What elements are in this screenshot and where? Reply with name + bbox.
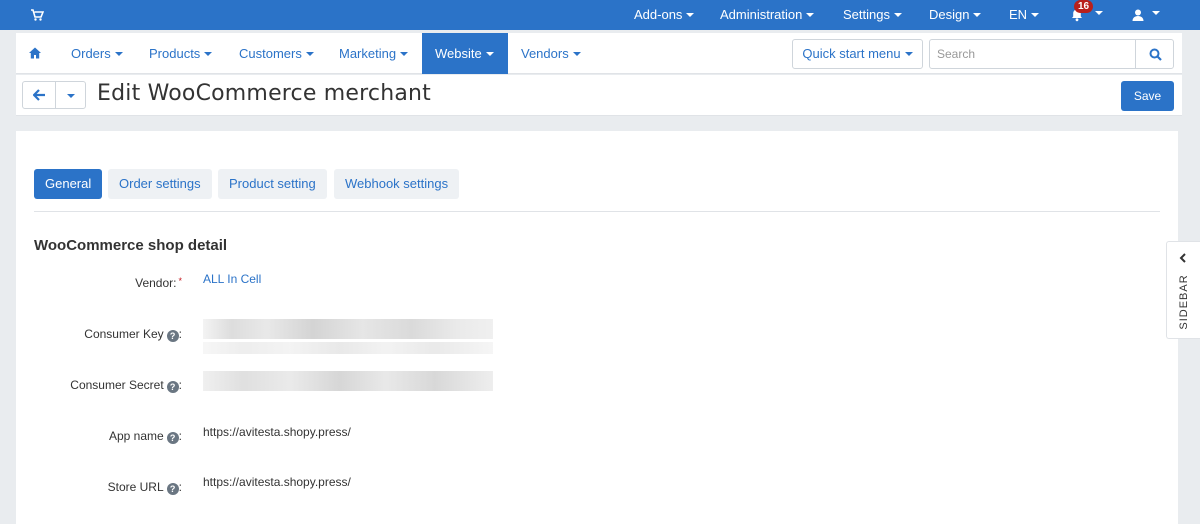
menu-addons-label: Add-ons: [634, 7, 683, 22]
nav-item-marketing[interactable]: Marketing: [325, 33, 422, 74]
nav-item-products-label: Products: [149, 46, 201, 61]
back-button[interactable]: [22, 81, 56, 109]
menu-administration[interactable]: Administration: [720, 0, 815, 30]
nav-item-vendors[interactable]: Vendors: [507, 33, 595, 74]
vendor-label: Vendor: *: [135, 276, 182, 290]
nav-item-vendors-label: Vendors: [521, 46, 569, 61]
nav-item-marketing-label: Marketing: [339, 46, 397, 61]
search-icon: [1149, 48, 1162, 61]
consumer-key-value-redacted-line: [203, 342, 493, 354]
help-icon[interactable]: ?: [166, 330, 179, 342]
required-mark: *: [178, 276, 182, 286]
help-icon[interactable]: ?: [166, 483, 179, 495]
chevron-down-icon: [1031, 12, 1040, 17]
notification-badge[interactable]: 16: [1074, 0, 1094, 13]
cart-icon[interactable]: [30, 8, 44, 22]
save-button[interactable]: Save: [1121, 81, 1174, 111]
menu-language[interactable]: EN: [1009, 0, 1040, 30]
vendor-label-text: Vendor:: [135, 276, 177, 290]
label-colon: :: [178, 480, 182, 494]
help-icon[interactable]: ?: [166, 432, 179, 444]
nav-item-website-label: Website: [435, 46, 482, 61]
sidebar-label: SIDEBAR: [1178, 274, 1190, 330]
store-url-label-text: Store URL: [107, 480, 164, 494]
sidebar-toggle[interactable]: SIDEBAR: [1166, 241, 1200, 339]
consumer-key-label-text: Consumer Key: [84, 327, 164, 341]
chevron-down-icon: [904, 51, 913, 56]
quick-start-menu-label: Quick start menu: [802, 46, 901, 61]
menu-settings-label: Settings: [843, 7, 890, 22]
nav-item-orders[interactable]: Orders: [57, 33, 137, 74]
search-input[interactable]: [929, 39, 1136, 69]
store-url-value: https://avitesta.shopy.press/: [203, 475, 351, 489]
label-colon: :: [178, 378, 182, 392]
menu-language-label: EN: [1009, 7, 1028, 22]
chevron-down-icon: [114, 51, 123, 56]
tab-general[interactable]: General: [34, 169, 103, 199]
page-title: Edit WooCommerce merchant: [97, 81, 432, 106]
chevron-down-icon: [485, 51, 494, 56]
section-title: WooCommerce shop detail: [34, 237, 228, 254]
home-icon[interactable]: [28, 46, 42, 60]
tab-order-settings[interactable]: Order settings: [108, 169, 212, 199]
chevron-down-icon: [572, 51, 581, 56]
chevron-down-icon: [400, 51, 409, 56]
label-colon: :: [178, 327, 182, 341]
tab-product-setting[interactable]: Product setting: [218, 169, 327, 199]
consumer-secret-label-text: Consumer Secret: [70, 378, 164, 392]
label-colon: :: [178, 429, 182, 443]
page-header: Edit WooCommerce merchant Save: [16, 75, 1182, 116]
nav-item-orders-label: Orders: [71, 46, 111, 61]
consumer-key-label: Consumer Key?:: [84, 327, 182, 342]
chevron-down-icon: [806, 12, 815, 17]
consumer-secret-label: Consumer Secret?:: [70, 378, 182, 393]
consumer-secret-value-redacted: [203, 371, 493, 391]
arrow-left-icon: [33, 89, 45, 101]
nav-item-customers-label: Customers: [239, 46, 302, 61]
search-button[interactable]: [1135, 39, 1174, 69]
menu-design[interactable]: Design: [929, 0, 982, 30]
tabs-divider: [34, 211, 1160, 212]
chevron-down-icon: [305, 51, 314, 56]
chevron-down-icon: [893, 12, 902, 17]
app-name-label: App name?:: [109, 429, 182, 444]
store-url-label: Store URL?:: [108, 480, 182, 495]
user-icon[interactable]: [1131, 8, 1145, 22]
consumer-key-value-redacted: [203, 319, 493, 339]
quick-start-menu-button[interactable]: Quick start menu: [792, 39, 923, 69]
nav-item-products[interactable]: Products: [135, 33, 226, 74]
nav-item-customers[interactable]: Customers: [225, 33, 328, 74]
menu-design-label: Design: [929, 7, 970, 22]
menu-administration-label: Administration: [720, 7, 803, 22]
top-bar: Add-ons Administration Settings Design E…: [0, 0, 1200, 30]
app-name-label-text: App name: [108, 429, 164, 443]
back-dropdown-button[interactable]: [55, 81, 86, 109]
chevron-down-icon[interactable]: [1095, 11, 1103, 15]
chevron-down-icon: [66, 93, 75, 98]
tab-webhook-settings[interactable]: Webhook settings: [334, 169, 460, 199]
chevron-down-icon: [686, 12, 695, 17]
content-panel: General Order settings Product setting W…: [16, 131, 1178, 524]
menu-addons[interactable]: Add-ons: [634, 0, 695, 30]
chevron-down-icon: [204, 51, 213, 56]
nav-item-website[interactable]: Website: [422, 33, 508, 74]
app-name-value: https://avitesta.shopy.press/: [203, 425, 351, 439]
chevron-left-icon: [1179, 253, 1186, 263]
vendor-link[interactable]: ALL In Cell: [203, 272, 261, 286]
menu-settings[interactable]: Settings: [843, 0, 902, 30]
chevron-down-icon[interactable]: [1152, 11, 1160, 15]
chevron-down-icon: [973, 12, 982, 17]
main-nav: Orders Products Customers Marketing Webs…: [16, 33, 1182, 74]
help-icon[interactable]: ?: [166, 381, 179, 393]
